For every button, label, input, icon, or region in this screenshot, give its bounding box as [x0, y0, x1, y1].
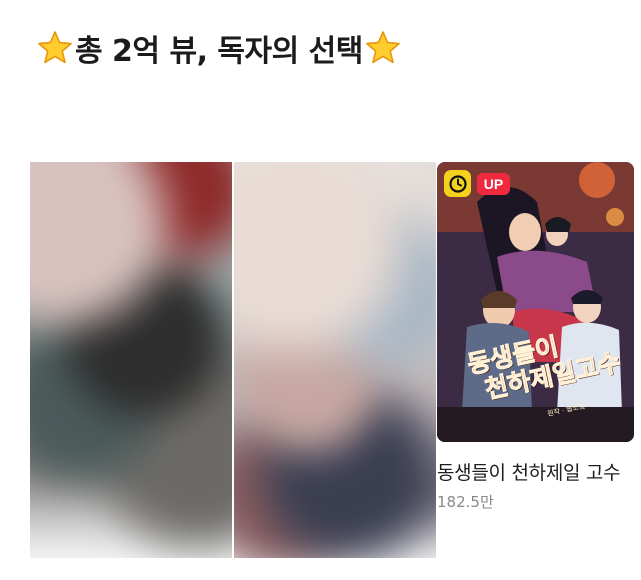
comic-card[interactable]: UP 동생들이 천하제일고수 원작 · 웹소설 동생들이 천하제일 고수 182… [437, 162, 635, 512]
blurred-comic-card[interactable] [234, 162, 436, 558]
blurred-comic-card[interactable] [30, 162, 232, 558]
section-header: 총 2억 뷰, 독자의 선택 [37, 24, 401, 72]
section-title: 총 2억 뷰, 독자의 선택 [75, 34, 363, 69]
comic-title[interactable]: 동생들이 천하제일 고수 [437, 458, 627, 489]
star-icon [37, 30, 73, 66]
clock-icon [444, 170, 471, 197]
blurred-cover-image [30, 162, 232, 558]
blurred-cover-image [234, 162, 436, 558]
cover-illustration [437, 162, 634, 442]
view-count: 182.5만 [437, 493, 494, 511]
comic-cover[interactable]: UP 동생들이 천하제일고수 원작 · 웹소설 [437, 162, 634, 442]
up-badge: UP [477, 173, 510, 195]
star-icon [365, 30, 401, 66]
